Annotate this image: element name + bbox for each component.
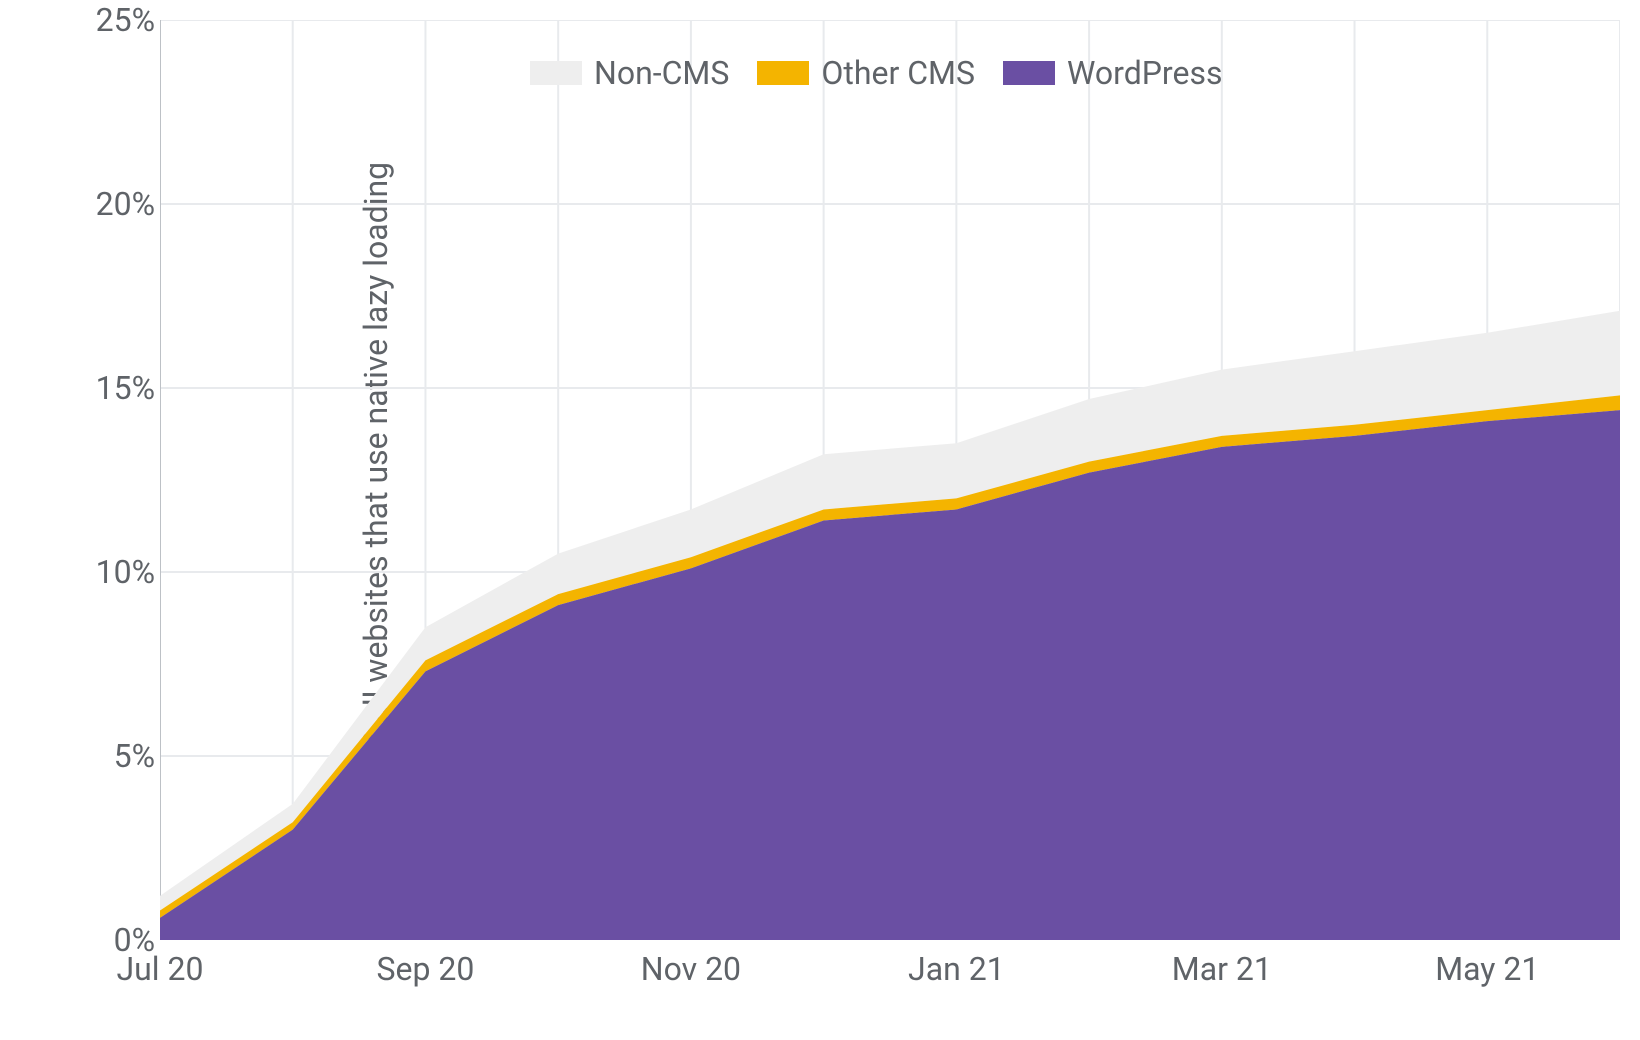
x-tick-label: Nov 20 <box>641 950 741 988</box>
y-tick-label: 10% <box>70 553 155 591</box>
legend-label: WordPress <box>1067 54 1222 92</box>
x-axis-ticks: Jul 20Sep 20Nov 20Jan 21Mar 21May 21 <box>160 950 1620 1010</box>
legend-swatch <box>757 61 809 85</box>
legend-item-wordpress: WordPress <box>1003 54 1222 92</box>
area-chart: Percent of all websites that use native … <box>0 0 1640 1040</box>
y-tick-label: 5% <box>70 737 155 775</box>
legend-label: Non-CMS <box>594 54 729 92</box>
legend-swatch <box>1003 61 1055 85</box>
legend-label: Other CMS <box>821 54 975 92</box>
x-tick-label: Jul 20 <box>117 950 204 988</box>
x-tick-label: May 21 <box>1435 950 1539 988</box>
legend: Non-CMS Other CMS WordPress <box>530 54 1222 92</box>
y-tick-label: 20% <box>70 185 155 223</box>
y-tick-label: 25% <box>70 1 155 39</box>
legend-swatch <box>530 61 582 85</box>
plot-area: Non-CMS Other CMS WordPress <box>160 20 1620 940</box>
x-tick-label: Jan 21 <box>908 950 1005 988</box>
y-axis-ticks: 0%5%10%15%20%25% <box>70 20 155 940</box>
legend-item-non-cms: Non-CMS <box>530 54 729 92</box>
x-tick-label: Mar 21 <box>1172 950 1272 988</box>
x-tick-label: Sep 20 <box>377 950 475 988</box>
legend-item-other-cms: Other CMS <box>757 54 975 92</box>
stacked-areas <box>160 311 1620 940</box>
y-tick-label: 15% <box>70 369 155 407</box>
